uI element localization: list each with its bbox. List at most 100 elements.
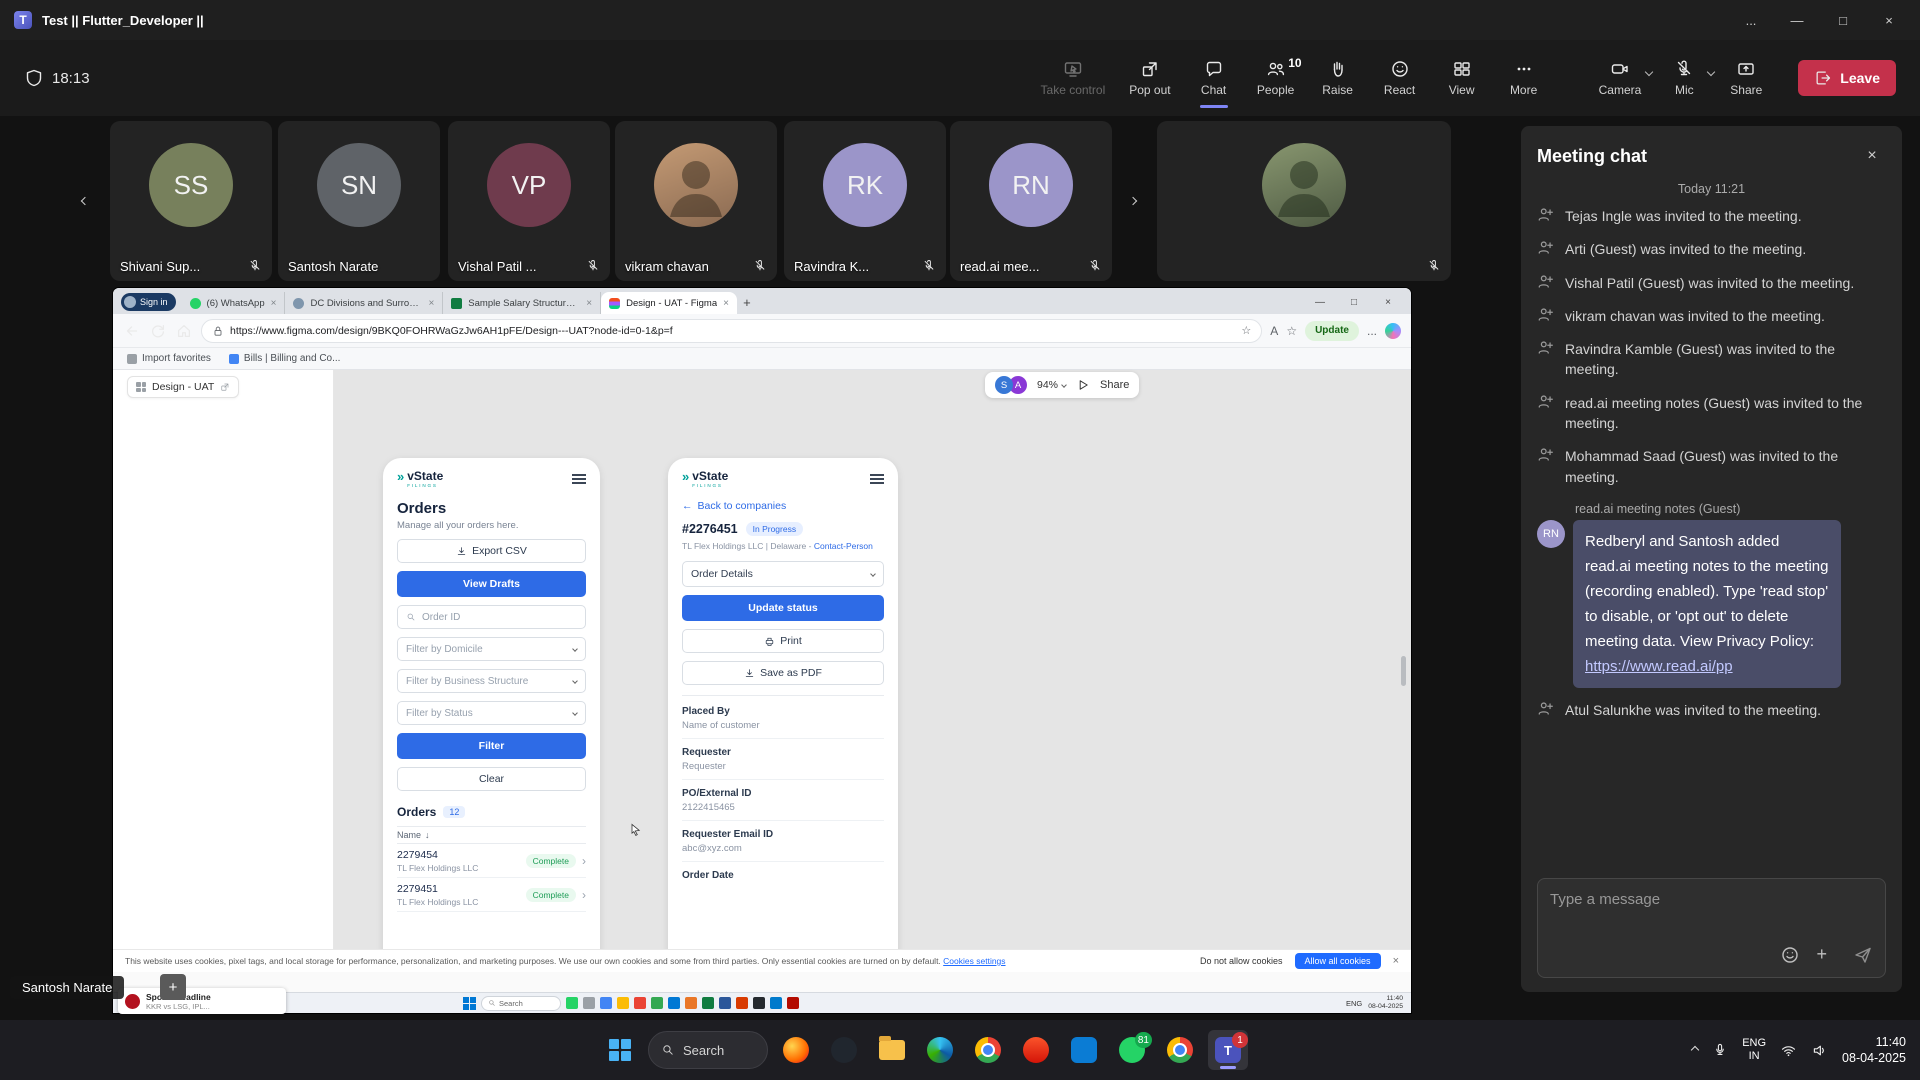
chrome-app-icon[interactable] — [968, 1030, 1008, 1070]
browser-maximize-button[interactable]: □ — [1337, 290, 1371, 314]
add-overlay-button[interactable]: + — [160, 974, 186, 1000]
deny-cookies-button[interactable]: Do not allow cookies — [1200, 956, 1283, 966]
home-icon[interactable] — [175, 322, 193, 340]
volume-icon[interactable] — [1811, 1042, 1828, 1059]
vscode-app-icon[interactable] — [1064, 1030, 1104, 1070]
browser-close-button[interactable]: × — [1371, 290, 1405, 314]
compose-box[interactable]: + — [1537, 878, 1886, 978]
window-more-button[interactable]: ... — [1728, 0, 1774, 40]
mic-button[interactable]: Mic — [1656, 52, 1712, 104]
bookmark-bills[interactable]: Bills | Billing and Co... — [229, 353, 341, 364]
news-toast[interactable]: Sports Headline KKR vs LSG, IPL... — [118, 988, 286, 1014]
camera-button[interactable]: Camera — [1590, 52, 1651, 104]
filter-business-structure-select[interactable]: Filter by Business Structure — [397, 669, 586, 693]
browser-tab-whatsapp[interactable]: (6) WhatsApp × — [182, 292, 286, 314]
browser-menu-icon[interactable]: ... — [1367, 324, 1377, 338]
allow-cookies-button[interactable]: Allow all cookies — [1295, 953, 1381, 969]
new-tab-button[interactable]: + — [737, 292, 757, 312]
browser-tab-figma[interactable]: Design - UAT - Figma × — [601, 292, 737, 314]
wifi-icon[interactable] — [1780, 1042, 1797, 1059]
edge-app-icon[interactable] — [920, 1030, 960, 1070]
refresh-icon[interactable] — [149, 322, 167, 340]
view-drafts-button[interactable]: View Drafts — [397, 571, 586, 597]
filter-button[interactable]: Filter — [397, 733, 586, 759]
bookmark-star-icon[interactable]: ☆ — [1241, 324, 1251, 337]
figma-share-button[interactable]: Share — [1100, 379, 1129, 391]
chrome-beta-app-icon[interactable] — [1160, 1030, 1200, 1070]
figma-frame-orders-list[interactable]: Mobile: Home > Orders » vStateFILINGS Or… — [383, 458, 600, 1013]
send-icon[interactable] — [1853, 945, 1873, 965]
filter-domicile-select[interactable]: Filter by Domicile — [397, 637, 586, 661]
start-button[interactable] — [600, 1030, 640, 1070]
chat-close-icon[interactable]: × — [1858, 142, 1886, 170]
zoom-control[interactable]: 94% — [1037, 379, 1066, 391]
tab-close-icon[interactable]: × — [723, 298, 729, 309]
order-row[interactable]: 2279451TL Flex Holdings LLC Complete › — [397, 878, 586, 912]
tray-expand-icon[interactable] — [1691, 1046, 1699, 1054]
emoji-icon[interactable] — [1780, 945, 1800, 965]
language-indicator[interactable]: ENGIN — [1742, 1037, 1766, 1062]
view-button[interactable]: View — [1434, 52, 1490, 104]
cookie-settings-link[interactable]: Cookies settings — [943, 956, 1005, 966]
participant-tile[interactable]: RN read.ai mee... — [950, 121, 1112, 281]
canvas-scrollbar[interactable] — [1401, 656, 1406, 686]
copilot-icon[interactable] — [1385, 323, 1401, 339]
more-button[interactable]: More — [1496, 52, 1552, 104]
browser-tab-dc-divisions[interactable]: DC Divisions and Surroundings × — [285, 292, 443, 314]
privacy-policy-link[interactable]: https://www.read.ai/pp — [1585, 658, 1733, 675]
figma-file-chip[interactable]: Design - UAT — [127, 376, 239, 398]
pop-out-button[interactable]: Pop out — [1120, 52, 1179, 104]
hamburger-menu-icon[interactable] — [572, 471, 586, 486]
browser-profile-button[interactable]: Sign in — [121, 293, 176, 311]
update-status-button[interactable]: Update status — [682, 595, 884, 621]
collaborator-avatar[interactable]: S — [995, 376, 1013, 394]
tab-close-icon[interactable]: × — [428, 298, 434, 309]
tab-close-icon[interactable]: × — [271, 298, 277, 309]
taskbar-clock[interactable]: 11:4008-04-2025 — [1842, 1034, 1906, 1067]
raise-button[interactable]: Raise — [1310, 52, 1366, 104]
file-explorer-app-icon[interactable] — [872, 1030, 912, 1070]
favorites-star-icon[interactable]: ☆ — [1286, 324, 1297, 338]
browser-tab-sheets[interactable]: Sample Salary Structure with cal... × — [443, 292, 601, 314]
taskbar-search[interactable]: Search — [648, 1031, 768, 1069]
participant-tile[interactable] — [1157, 121, 1451, 281]
order-id-search-input[interactable]: Order ID — [397, 605, 586, 629]
read-aloud-icon[interactable]: A — [1270, 324, 1278, 338]
tab-close-icon[interactable]: × — [586, 298, 592, 309]
clear-button[interactable]: Clear — [397, 767, 586, 791]
attach-plus-icon[interactable]: + — [1816, 944, 1827, 965]
tray-mic-icon[interactable] — [1712, 1042, 1728, 1058]
order-details-select[interactable]: Order Details — [682, 561, 884, 587]
orders-table-header[interactable]: Name↓ — [397, 826, 586, 844]
window-minimize-button[interactable]: — — [1774, 0, 1820, 40]
scroll-participants-left-button[interactable] — [70, 186, 100, 216]
figma-frame-order-detail[interactable]: Mobile: Home > Orders > Order ABC » vSta… — [668, 458, 898, 1013]
figma-canvas[interactable]: Design - UAT S A 94% Share Mobile: Home … — [113, 370, 1411, 992]
people-button[interactable]: 10 People — [1248, 52, 1304, 104]
firefox-app-icon[interactable] — [776, 1030, 816, 1070]
participant-tile[interactable]: VP Vishal Patil ... — [448, 121, 610, 281]
order-row[interactable]: 2279454TL Flex Holdings LLC Complete › — [397, 844, 586, 878]
participant-tile[interactable]: vikram chavan — [615, 121, 777, 281]
participant-tile[interactable]: RK Ravindra K... — [784, 121, 946, 281]
url-input[interactable] — [230, 325, 1235, 337]
window-close-button[interactable]: × — [1866, 0, 1912, 40]
bookmark-import-favorites[interactable]: Import favorites — [127, 353, 211, 364]
back-icon[interactable] — [123, 322, 141, 340]
browser-minimize-button[interactable]: — — [1303, 290, 1337, 314]
participant-tile[interactable]: SN Santosh Narate — [278, 121, 440, 281]
message-input[interactable] — [1550, 891, 1873, 908]
dark-app-icon[interactable] — [824, 1030, 864, 1070]
chat-button[interactable]: Chat — [1186, 52, 1242, 104]
share-button[interactable]: Share — [1718, 52, 1774, 104]
brave-app-icon[interactable] — [1016, 1030, 1056, 1070]
address-bar[interactable]: ☆ — [201, 319, 1262, 343]
print-button[interactable]: Print — [682, 629, 884, 653]
react-button[interactable]: React — [1372, 52, 1428, 104]
participant-tile[interactable]: SS Shivani Sup... — [110, 121, 272, 281]
window-maximize-button[interactable]: □ — [1820, 0, 1866, 40]
export-csv-button[interactable]: Export CSV — [397, 539, 586, 563]
browser-update-button[interactable]: Update — [1305, 321, 1359, 341]
scroll-participants-right-button[interactable] — [1118, 186, 1148, 216]
teams-app-icon[interactable]: T 1 — [1208, 1030, 1248, 1070]
